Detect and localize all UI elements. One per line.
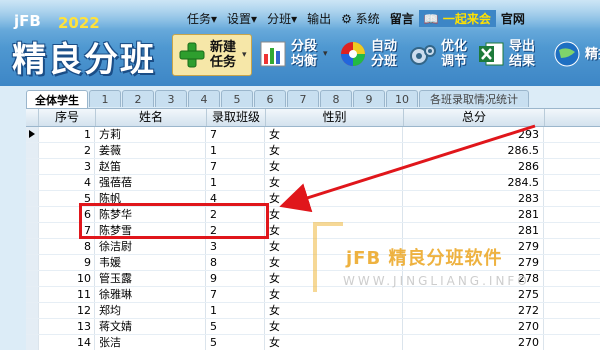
watermark-logo <box>313 222 343 292</box>
app-window: jFB 2022 精良分班 任务▾ 设置▾ 分班▾ 输出 ⚙ 系统 留言 📖 一… <box>0 0 600 350</box>
watermark-url: WWW.JINGLIANG.INFO <box>343 274 530 288</box>
red-arrow-icon <box>279 124 536 213</box>
watermark-text: jFB 精良分班软件 <box>346 248 503 269</box>
highlight-box <box>79 203 269 239</box>
